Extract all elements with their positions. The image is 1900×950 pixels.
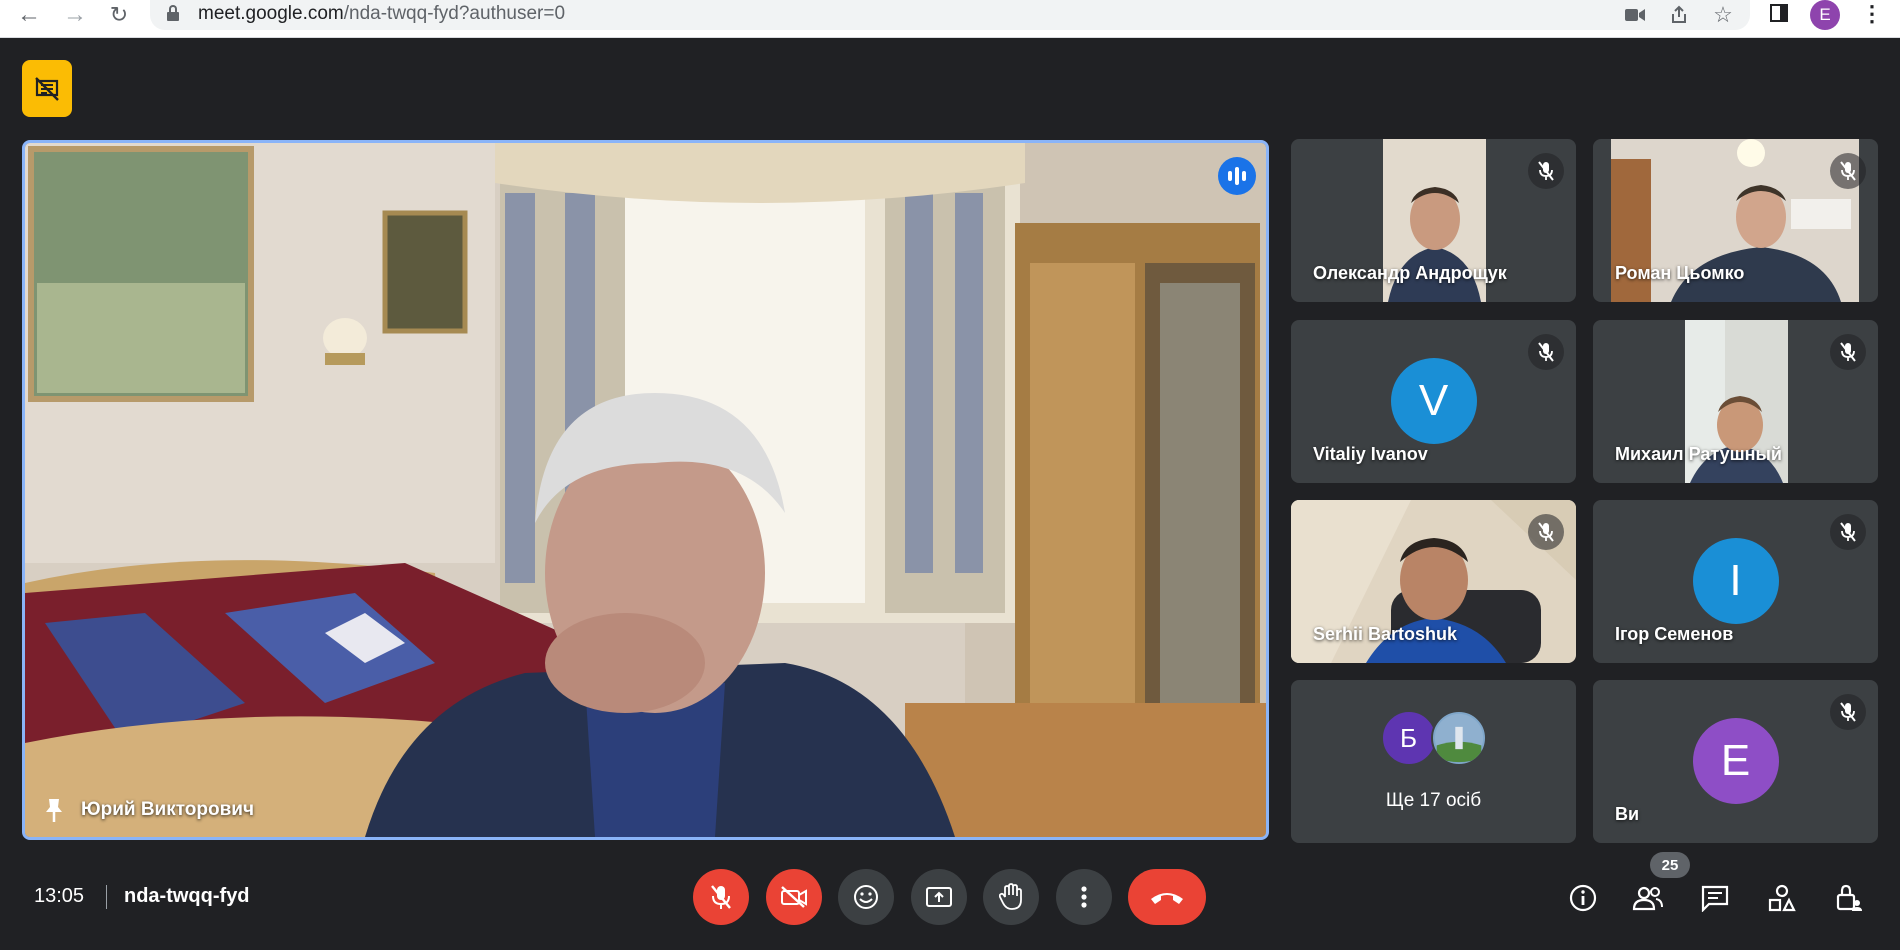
self-tile[interactable]: E Ви xyxy=(1593,680,1878,843)
url-host: meet.google.com xyxy=(198,3,344,24)
muted-mic-icon xyxy=(1830,694,1866,730)
main-speaker-label: Юрий Викторович xyxy=(43,797,254,823)
self-avatar: E xyxy=(1692,718,1779,804)
people-icon xyxy=(1632,886,1663,911)
divider xyxy=(106,885,107,909)
meeting-code: nda-twqq-fyd xyxy=(124,885,250,907)
muted-mic-icon xyxy=(1830,153,1866,189)
participant-name: Роман Цьомко xyxy=(1615,263,1745,283)
hand-icon xyxy=(999,883,1022,910)
forward-icon[interactable]: → xyxy=(60,0,90,30)
meeting-clock: 13:05 xyxy=(34,885,85,907)
hang-up-icon xyxy=(1151,893,1183,904)
other-participant-photo xyxy=(1430,710,1487,766)
pin-icon[interactable] xyxy=(43,797,65,823)
browser-menu-icon[interactable]: ⋮ xyxy=(1860,0,1884,28)
camera-off-button[interactable] xyxy=(766,869,822,925)
others-tile[interactable]: Б Ще 17 осіб xyxy=(1291,680,1576,843)
browser-toolbar: ← → ↻ meet.google.com/nda-twqq-fyd?authu… xyxy=(0,0,1900,38)
mic-off-icon xyxy=(711,885,731,909)
camera-in-use-icon[interactable] xyxy=(1622,2,1648,28)
info-icon xyxy=(1569,884,1597,912)
speaker-video xyxy=(25,143,1266,837)
side-panel-icon[interactable] xyxy=(1766,0,1792,26)
participant-name: Михаил Ратушный xyxy=(1615,444,1782,464)
self-name: Ви xyxy=(1615,804,1640,824)
participant-tile[interactable]: Михаил Ратушный xyxy=(1593,320,1878,483)
share-icon[interactable] xyxy=(1666,2,1692,28)
meeting-details-button[interactable] xyxy=(1565,880,1601,916)
muted-mic-icon xyxy=(1528,514,1564,550)
participant-avatar: V xyxy=(1390,358,1477,444)
active-speaker-icon xyxy=(1218,157,1256,195)
url-path: /nda-twqq-fyd?authuser=0 xyxy=(343,3,566,24)
lock-icon[interactable] xyxy=(166,5,180,21)
main-speaker-tile[interactable]: Юрий Викторович xyxy=(22,140,1269,840)
back-icon[interactable]: ← xyxy=(14,0,44,30)
people-button[interactable] xyxy=(1630,880,1666,916)
raise-hand-button[interactable] xyxy=(983,869,1039,925)
emoji-icon xyxy=(854,885,878,909)
recording-off-badge-icon[interactable] xyxy=(22,60,72,117)
other-participant-avatar: Б xyxy=(1380,710,1437,766)
reload-icon[interactable]: ↻ xyxy=(104,0,134,30)
muted-mic-icon xyxy=(1528,334,1564,370)
participant-avatar: I xyxy=(1692,538,1779,624)
url-text[interactable]: meet.google.com/nda-twqq-fyd?authuser=0 xyxy=(198,3,565,25)
more-vert-icon xyxy=(1081,886,1087,908)
participant-name: Ігор Семенов xyxy=(1615,624,1734,644)
participant-name: Serhii Bartoshuk xyxy=(1313,624,1458,644)
others-count-label: Ще 17 осіб xyxy=(1385,790,1482,811)
others-avatar-group: Б xyxy=(1380,710,1487,766)
present-icon xyxy=(926,887,952,907)
bookmark-star-icon[interactable]: ☆ xyxy=(1710,2,1736,28)
participant-tile[interactable]: Олександр Андрощук xyxy=(1291,139,1576,302)
muted-mic-icon xyxy=(1830,514,1866,550)
lock-person-icon xyxy=(1836,884,1862,911)
chat-button[interactable] xyxy=(1697,880,1733,916)
reactions-button[interactable] xyxy=(838,869,894,925)
activities-button[interactable] xyxy=(1764,880,1800,916)
participant-tile[interactable]: Роман Цьомко xyxy=(1593,139,1878,302)
mic-off-button[interactable] xyxy=(693,869,749,925)
muted-mic-icon xyxy=(1830,334,1866,370)
participant-tile[interactable]: V Vitaliy Ivanov xyxy=(1291,320,1576,483)
address-bar[interactable]: meet.google.com/nda-twqq-fyd?authuser=0 … xyxy=(150,0,1750,30)
activities-icon xyxy=(1768,884,1796,912)
participant-count-badge: 25 xyxy=(1650,852,1690,878)
host-controls-button[interactable] xyxy=(1830,880,1866,916)
leave-call-button[interactable] xyxy=(1128,869,1206,925)
muted-mic-icon xyxy=(1528,153,1564,189)
more-options-button[interactable] xyxy=(1056,869,1112,925)
profile-avatar[interactable]: E xyxy=(1810,0,1840,30)
participant-tile[interactable]: I Ігор Семенов xyxy=(1593,500,1878,663)
main-speaker-name: Юрий Викторович xyxy=(81,799,255,820)
participant-name: Олександр Андрощук xyxy=(1313,263,1507,283)
camera-off-icon xyxy=(781,886,807,908)
chat-icon xyxy=(1701,885,1729,912)
present-screen-button[interactable] xyxy=(911,869,967,925)
participant-tile[interactable]: Serhii Bartoshuk xyxy=(1291,500,1576,663)
participant-name: Vitaliy Ivanov xyxy=(1313,444,1428,464)
